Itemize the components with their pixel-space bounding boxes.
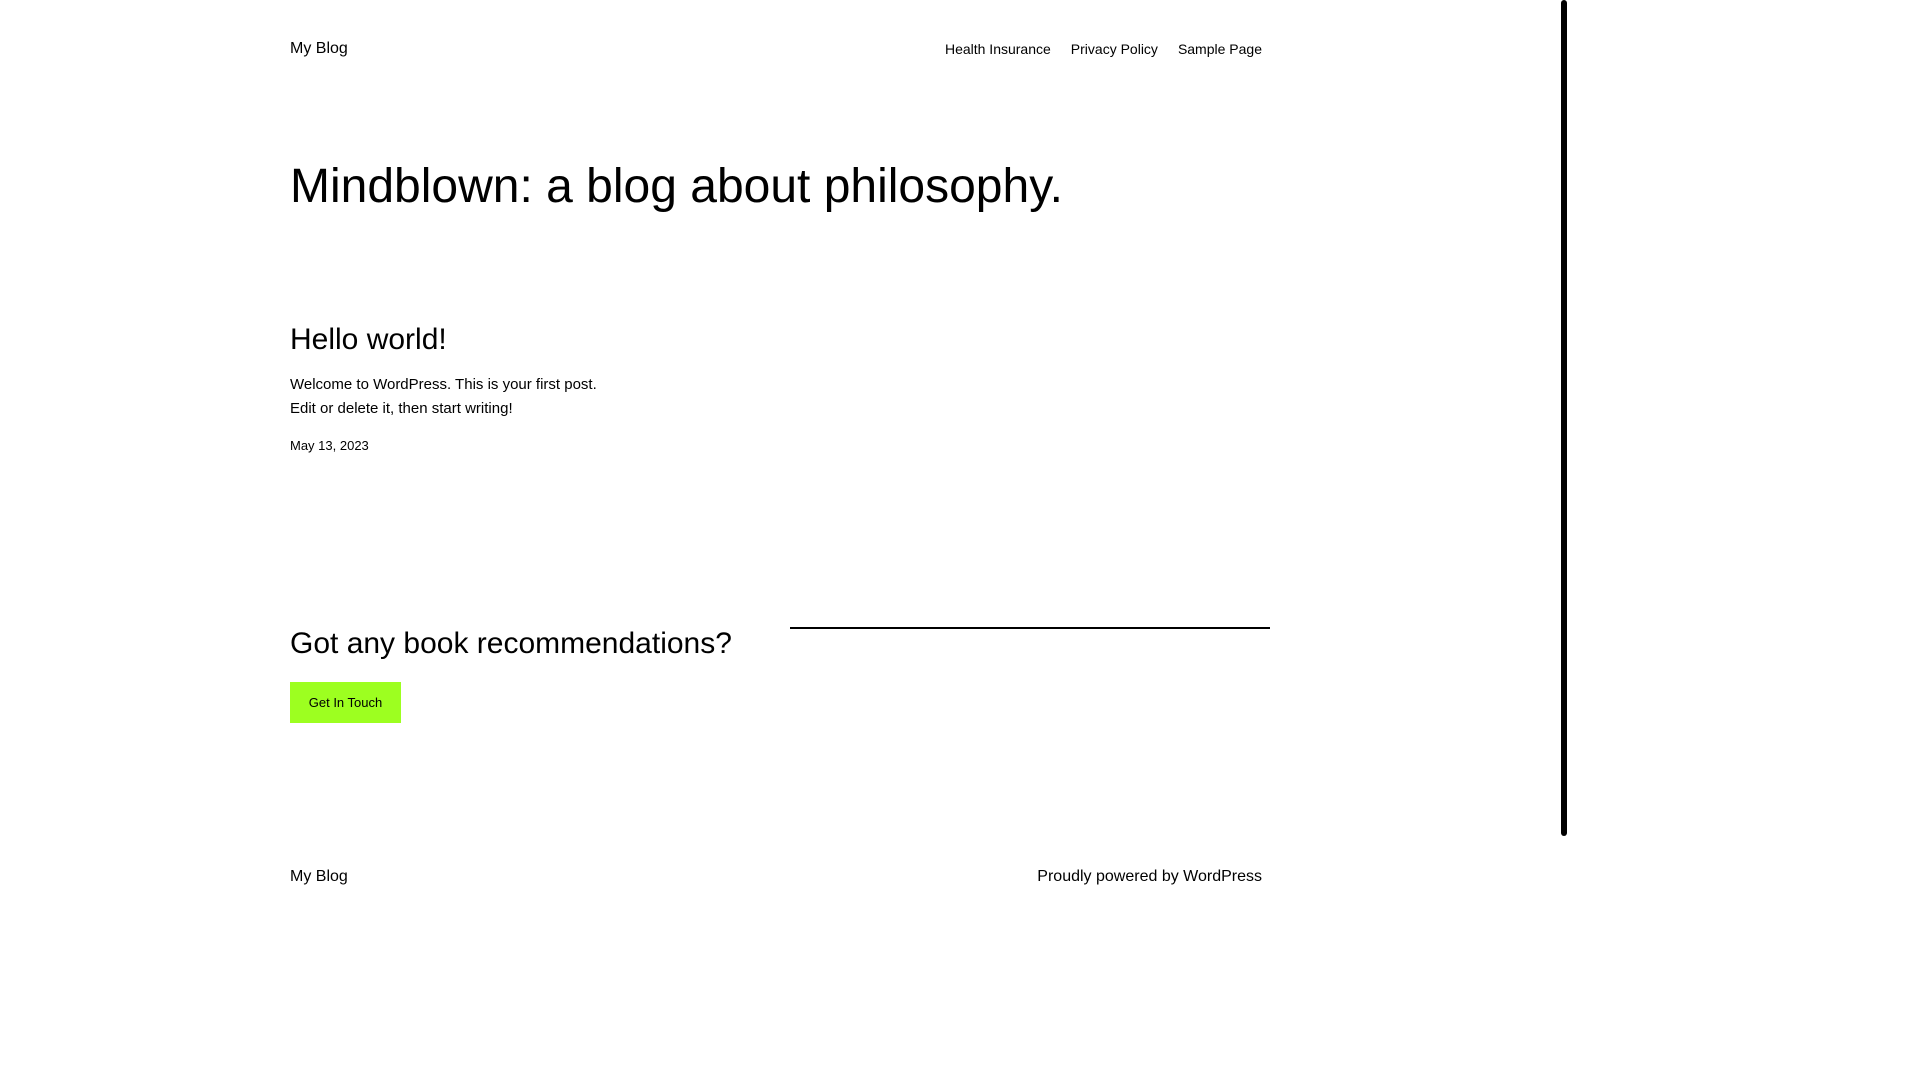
main-navigation: Health Insurance Privacy Policy Sample P… (945, 40, 1262, 58)
footer-credit-text: Proudly powered by (1037, 868, 1184, 885)
post-excerpt-line: Welcome to WordPress. This is your first… (290, 376, 597, 393)
wordpress-link[interactable]: WordPress (1183, 868, 1262, 885)
get-in-touch-button[interactable]: Get In Touch (290, 682, 401, 723)
section-separator (790, 627, 1270, 629)
nav-item-health-insurance[interactable]: Health Insurance (945, 40, 1051, 58)
page-tagline: Mindblown: a blog about philosophy. (290, 160, 1063, 213)
post-excerpt: Welcome to WordPress. This is your first… (290, 373, 620, 421)
page: My Blog Health Insurance Privacy Policy … (0, 0, 1560, 885)
scrollbar-thumb[interactable] (1561, 0, 1567, 836)
post-title-link[interactable]: Hello world! (290, 321, 447, 359)
cta-heading: Got any book recommendations? (290, 627, 732, 660)
post-excerpt-line: Edit or delete it, then start writing! (290, 400, 513, 417)
post-date-link[interactable]: May 13, 2023 (290, 437, 369, 455)
footer-site-title-link[interactable]: My Blog (290, 867, 348, 887)
nav-item-privacy-policy[interactable]: Privacy Policy (1071, 40, 1158, 58)
site-title-link[interactable]: My Blog (290, 39, 348, 59)
footer-credit: Proudly powered by WordPress (1037, 867, 1262, 887)
scrollbar-track[interactable] (1560, 0, 1568, 882)
nav-item-sample-page[interactable]: Sample Page (1178, 40, 1262, 58)
